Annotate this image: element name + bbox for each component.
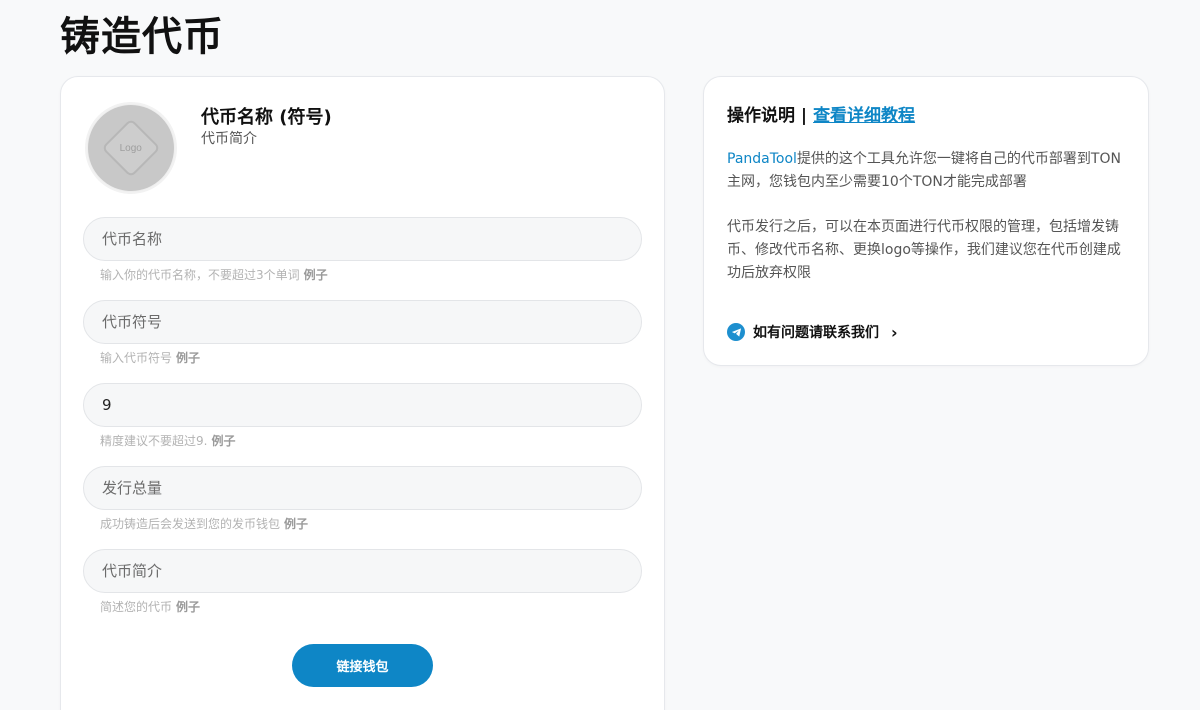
total-supply-hint: 成功铸造后会发送到您的发币钱包 例子 xyxy=(100,515,308,532)
contact-label: 如有问题请联系我们 xyxy=(753,325,879,341)
example-link[interactable]: 例子 xyxy=(284,517,308,531)
token-symbol-input[interactable] xyxy=(83,300,642,344)
contact-us-link[interactable]: 如有问题请联系我们 › xyxy=(727,322,898,342)
preview-token-desc: 代币简介 xyxy=(201,131,257,147)
token-form-card: Logo 代币名称 (符号) 代币简介 输入你的代币名称，不要超过3个单词例子 … xyxy=(60,76,665,710)
hint-text: 输入代币符号 xyxy=(100,351,173,365)
logo-placeholder: Logo xyxy=(88,105,174,191)
logo-placeholder-text: Logo xyxy=(119,142,143,154)
instructions-card: 操作说明 | 查看详细教程 PandaTool提供的这个工具允许您一键将自己的代… xyxy=(703,76,1149,366)
token-name-hint: 输入你的代币名称，不要超过3个单词 例子 xyxy=(100,266,328,283)
decimals-input[interactable] xyxy=(83,383,642,427)
instructions-paragraph-1: PandaTool提供的这个工具允许您一键将自己的代币部署到TON主网，您钱包内… xyxy=(727,148,1127,194)
instructions-paragraph-2: 代币发行之后，可以在本页面进行代币权限的管理，包括增发铸币、修改代币名称、更换l… xyxy=(727,219,1121,281)
telegram-icon xyxy=(727,323,745,341)
hint-text: 输入你的代币名称，不要超过3个单词 xyxy=(100,268,300,282)
token-name-input[interactable] xyxy=(83,217,642,261)
tutorial-link[interactable]: 查看详细教程 xyxy=(813,106,915,126)
instructions-heading: 操作说明 xyxy=(727,106,795,126)
example-link[interactable]: 例子 xyxy=(176,351,200,365)
hint-text: 成功铸造后会发送到您的发币钱包 xyxy=(100,517,281,531)
chevron-right-icon: › xyxy=(891,322,898,342)
example-link[interactable]: 例子 xyxy=(176,600,200,614)
page-title: 铸造代币 xyxy=(60,14,224,60)
decimals-hint: 精度建议不要超过9. 例子 xyxy=(100,432,235,449)
token-description-input[interactable] xyxy=(83,549,642,593)
title-separator: | xyxy=(800,106,808,126)
hint-text: 简述您的代币 xyxy=(100,600,173,614)
token-symbol-hint: 输入代币符号 例子 xyxy=(100,349,200,366)
brand-name: PandaTool xyxy=(727,151,797,167)
token-description-hint: 简述您的代币 例子 xyxy=(100,598,200,615)
instructions-title: 操作说明 | 查看详细教程 xyxy=(727,101,915,126)
total-supply-input[interactable] xyxy=(83,466,642,510)
logo-diamond-icon: Logo xyxy=(101,118,161,178)
logo-upload[interactable]: Logo xyxy=(85,102,177,194)
connect-wallet-button[interactable]: 链接钱包 xyxy=(292,644,433,687)
example-link[interactable]: 例子 xyxy=(211,434,235,448)
example-link[interactable]: 例子 xyxy=(304,268,328,282)
preview-token-name: 代币名称 (符号) xyxy=(201,107,332,128)
hint-text: 精度建议不要超过9. xyxy=(100,434,208,448)
